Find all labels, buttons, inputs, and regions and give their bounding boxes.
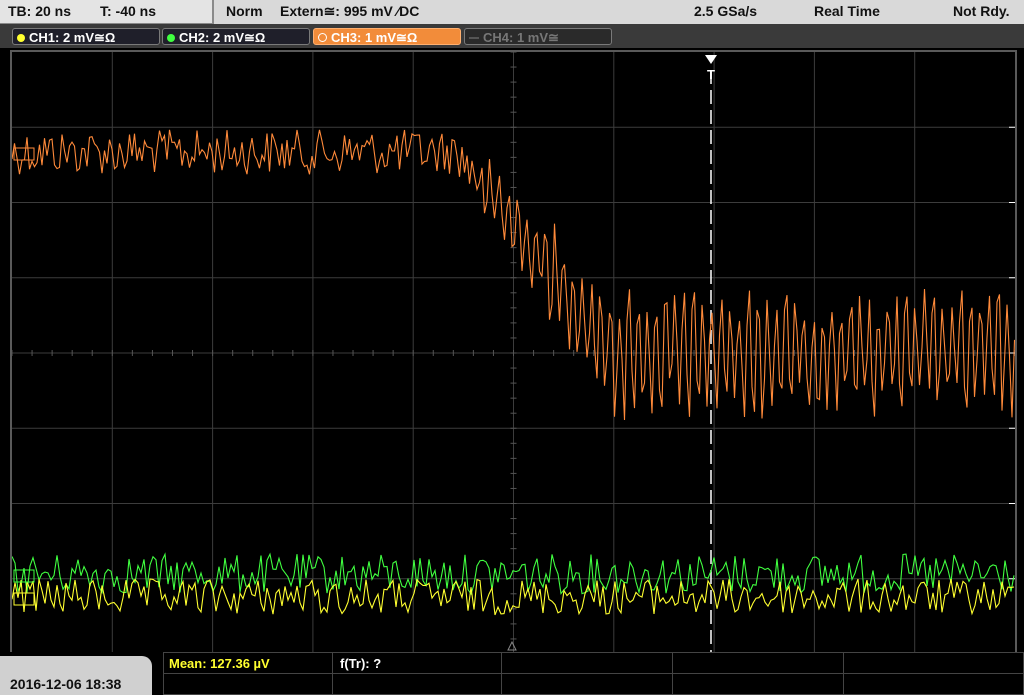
trigger-marker-label: T: [707, 67, 715, 82]
trigger-time-marker-icon: [507, 640, 517, 651]
channel-2-label: CH2: 2 mV≅Ω: [179, 30, 266, 45]
measurement-cell-3[interactable]: [501, 652, 673, 674]
mean-measurement[interactable]: Mean: 127.36 µV: [169, 656, 270, 671]
rise-time-measurement[interactable]: f(Tr): ?: [340, 656, 381, 671]
channel-4-button[interactable]: CH4: 1 mV≅: [464, 28, 612, 45]
sample-rate: 2.5 GSa/s: [694, 3, 758, 19]
datetime-panel: 2016-12-06 18:38: [0, 656, 152, 695]
measurement-cell-7[interactable]: [332, 673, 502, 695]
channel-2-button[interactable]: CH2: 2 mV≅Ω: [162, 28, 310, 45]
waveform-canvas[interactable]: T: [11, 51, 1016, 655]
acquisition-state: Not Rdy.: [953, 3, 1010, 19]
measurement-cell-5[interactable]: [843, 652, 1024, 674]
channel-4-label: CH4: 1 mV≅: [483, 30, 559, 45]
channel-3-indicator-icon: [318, 33, 327, 42]
trigger-source[interactable]: Extern≅: 995 mV ∕DC: [280, 3, 419, 20]
trigger-time-label: T: -40 ns: [100, 3, 157, 19]
channel-1-button[interactable]: CH1: 2 mV≅Ω: [12, 28, 160, 45]
channel-4-indicator-icon: [469, 37, 479, 39]
timebase-panel[interactable]: TB: 20 ns T: -40 ns: [0, 0, 214, 24]
measurement-cell-10[interactable]: [843, 673, 1024, 695]
status-bar: TB: 20 ns T: -40 ns Norm Extern≅: 995 mV…: [0, 0, 1024, 24]
graticule: [11, 51, 1016, 655]
channel-bar: CH1: 2 mV≅Ω CH2: 2 mV≅Ω CH3: 1 mV≅Ω CH4:…: [0, 24, 1024, 48]
channel-2-indicator-icon: [167, 34, 175, 42]
waveform-display[interactable]: T: [10, 50, 1017, 656]
measurement-cell-6[interactable]: [163, 673, 333, 695]
measurement-cell-8[interactable]: [501, 673, 673, 695]
channel-1-indicator-icon: [17, 34, 25, 42]
measurement-cell-4[interactable]: [672, 652, 844, 674]
measurement-grid: [163, 652, 1024, 695]
trigger-arrow-icon[interactable]: [705, 55, 717, 64]
channel-1-label: CH1: 2 mV≅Ω: [29, 30, 116, 45]
channel-3-button[interactable]: CH3: 1 mV≅Ω: [313, 28, 461, 45]
measurement-cell-9[interactable]: [672, 673, 844, 695]
channel-3-label: CH3: 1 mV≅Ω: [331, 30, 418, 45]
acquisition-mode: Real Time: [814, 3, 880, 19]
timebase-label: TB: 20 ns: [8, 3, 72, 19]
datetime-label: 2016-12-06 18:38: [10, 676, 122, 692]
trigger-mode[interactable]: Norm: [226, 3, 263, 19]
